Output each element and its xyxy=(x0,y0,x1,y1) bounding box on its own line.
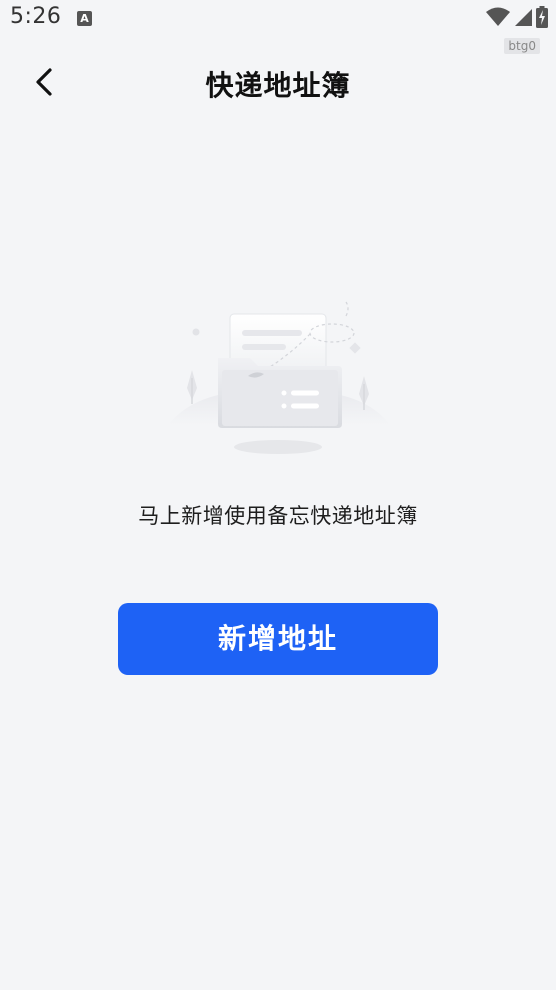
battery-charging-icon xyxy=(536,6,548,28)
notification-a-icon: A xyxy=(77,11,92,26)
signal-icon xyxy=(515,9,532,26)
empty-folder-illustration xyxy=(168,301,390,454)
wifi-icon xyxy=(486,7,510,26)
empty-state-message: 马上新增使用备忘快递地址簿 xyxy=(138,504,418,528)
status-bar: 5:26 A xyxy=(0,0,556,38)
status-icons xyxy=(486,6,548,28)
status-time: 5:26 xyxy=(10,4,62,29)
debug-badge: btg0 xyxy=(504,38,540,54)
nav-bar: 快递地址簿 xyxy=(0,54,556,110)
add-address-button[interactable]: 新增地址 xyxy=(118,603,438,675)
page-title: 快递地址簿 xyxy=(205,69,351,102)
